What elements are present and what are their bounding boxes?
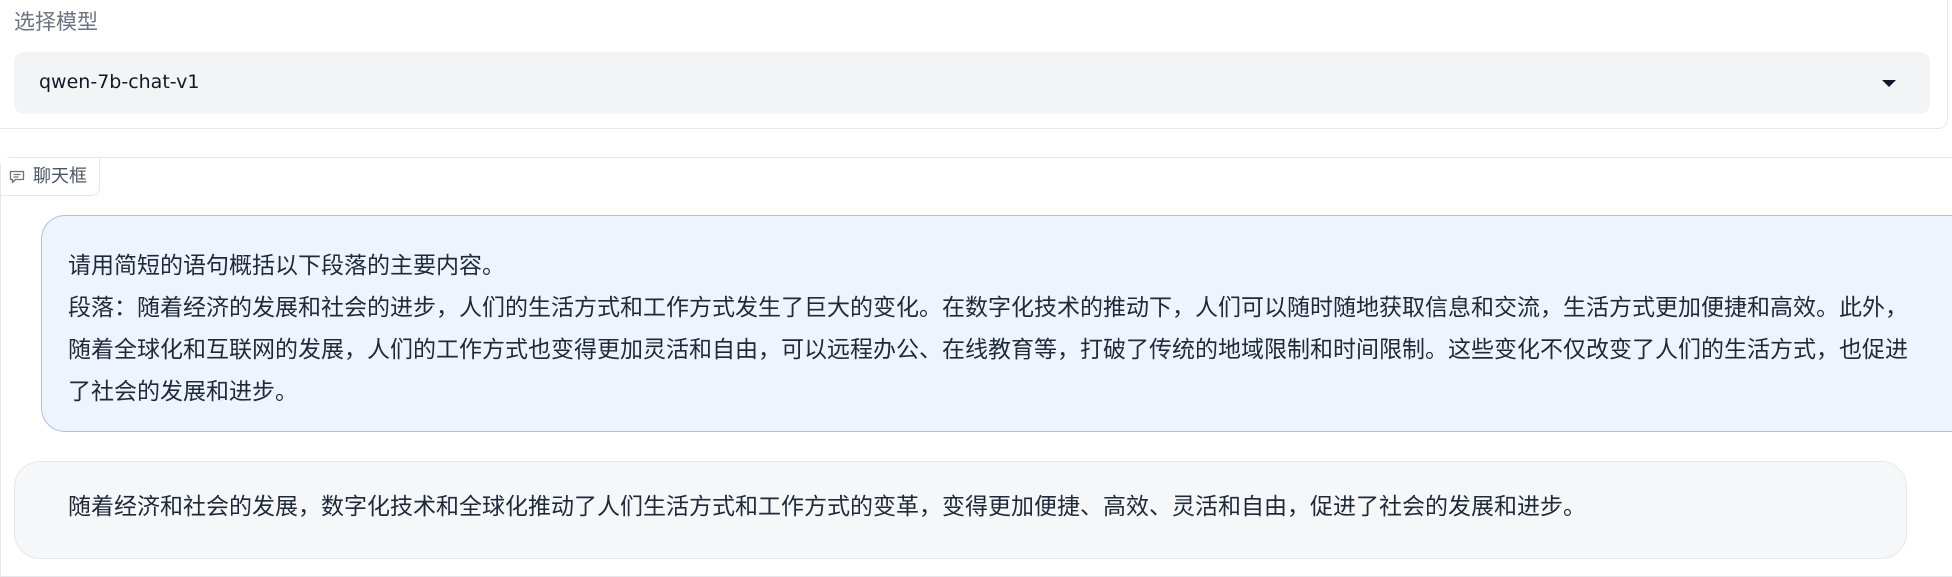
chevron-down-icon: [1882, 80, 1896, 87]
model-dropdown-value: qwen-7b-chat-v1: [39, 71, 200, 93]
model-selector-label: 选择模型: [14, 10, 98, 34]
chat-bubble-icon: [9, 170, 25, 183]
user-message-text: 请用简短的语句概括以下段落的主要内容。 段落：随着经济的发展和社会的进步，人们的…: [68, 253, 1908, 405]
chat-tab-label: 聊天框: [33, 165, 87, 187]
model-dropdown[interactable]: qwen-7b-chat-v1: [14, 52, 1930, 114]
assistant-message: 随着经济和社会的发展，数字化技术和全球化推动了人们生活方式和工作方式的变革，变得…: [14, 461, 1907, 559]
chat-panel: 聊天框 请用简短的语句概括以下段落的主要内容。 段落：随着经济的发展和社会的进步…: [0, 157, 1952, 577]
model-selector-panel: 选择模型 qwen-7b-chat-v1: [0, 0, 1948, 129]
assistant-message-text: 随着经济和社会的发展，数字化技术和全球化推动了人们生活方式和工作方式的变革，变得…: [68, 494, 1586, 520]
user-message: 请用简短的语句概括以下段落的主要内容。 段落：随着经济的发展和社会的进步，人们的…: [41, 215, 1952, 432]
chat-tab: 聊天框: [1, 158, 100, 196]
